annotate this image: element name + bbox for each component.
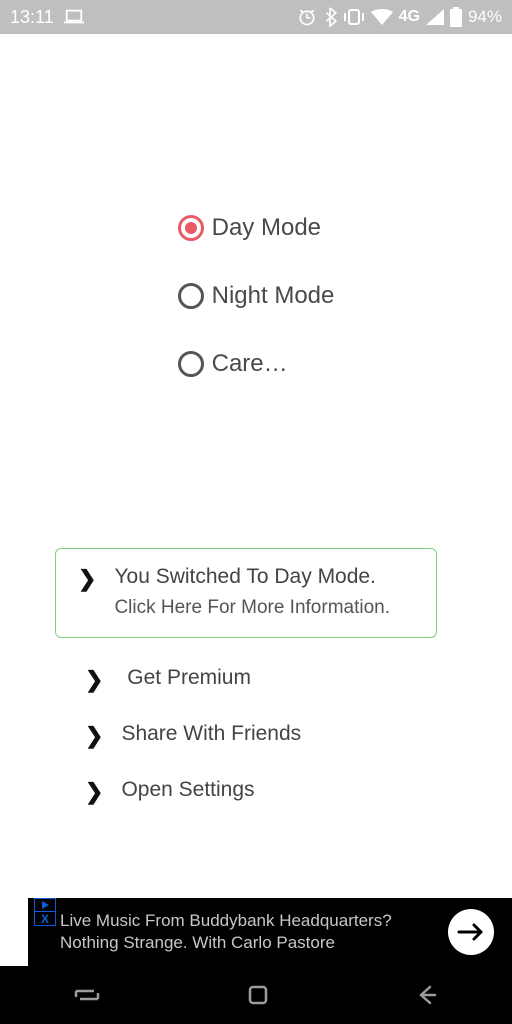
radio-label: Night Mode [212, 282, 335, 310]
status-time: 13:11 [10, 7, 54, 28]
ad-line2: Nothing Strange. With Carlo Pastore [60, 932, 392, 954]
adchoices-close-icon[interactable]: X [34, 912, 56, 926]
radio-label: Care… [212, 350, 288, 378]
wifi-icon [371, 9, 393, 25]
vibrate-icon [343, 8, 365, 26]
back-button[interactable] [416, 984, 438, 1006]
android-nav-bar [0, 966, 512, 1024]
signal-icon [426, 9, 444, 25]
adchoices-play-icon [34, 898, 56, 912]
home-button[interactable] [247, 984, 269, 1006]
radio-day-mode[interactable]: Day Mode [178, 214, 335, 242]
ad-line1: Live Music From Buddybank Headquarters? [60, 910, 392, 932]
status-bar: 13:11 4G 94% [0, 0, 512, 34]
menu-get-premium[interactable]: ❯ Get Premium [85, 666, 427, 694]
ad-arrow-button[interactable] [448, 909, 494, 955]
notice-line1: You Switched To Day Mode. [114, 565, 390, 589]
menu-notice[interactable]: ❯ You Switched To Day Mode. Click Here F… [55, 548, 437, 638]
notice-line2: Click Here For More Information. [114, 597, 390, 619]
main-content: Day Mode Night Mode Care… ❯ You Switched… [0, 34, 512, 806]
chevron-right-icon: ❯ [78, 565, 96, 593]
alarm-icon [297, 7, 317, 27]
radio-night-mode[interactable]: Night Mode [178, 282, 335, 310]
menu-label: Open Settings [121, 778, 254, 802]
menu-label: Get Premium [121, 666, 256, 690]
bluetooth-icon [323, 7, 337, 27]
menu-label: Share With Friends [121, 722, 301, 746]
status-left: 13:11 [10, 7, 84, 28]
mode-radio-group: Day Mode Night Mode Care… [178, 214, 335, 378]
chevron-right-icon: ❯ [85, 722, 103, 750]
chevron-right-icon: ❯ [85, 666, 103, 694]
menu-share[interactable]: ❯ Share With Friends [85, 722, 427, 750]
radio-care-mode[interactable]: Care… [178, 350, 335, 378]
adchoices-badge[interactable]: X [34, 898, 56, 926]
menu-notice-text: You Switched To Day Mode. Click Here For… [114, 565, 390, 619]
battery-percent: 94% [468, 7, 502, 27]
ad-banner[interactable]: X Live Music From Buddybank Headquarters… [28, 898, 512, 966]
menu-open-settings[interactable]: ❯ Open Settings [85, 778, 427, 806]
status-right: 4G 94% [297, 7, 502, 27]
radio-label: Day Mode [212, 214, 321, 242]
laptop-icon [64, 10, 84, 24]
chevron-right-icon: ❯ [85, 778, 103, 806]
menu-list: ❯ You Switched To Day Mode. Click Here F… [0, 548, 512, 806]
battery-icon [450, 7, 462, 27]
ad-text: Live Music From Buddybank Headquarters? … [60, 910, 392, 954]
recent-apps-button[interactable] [74, 985, 100, 1005]
network-type: 4G [399, 8, 420, 26]
